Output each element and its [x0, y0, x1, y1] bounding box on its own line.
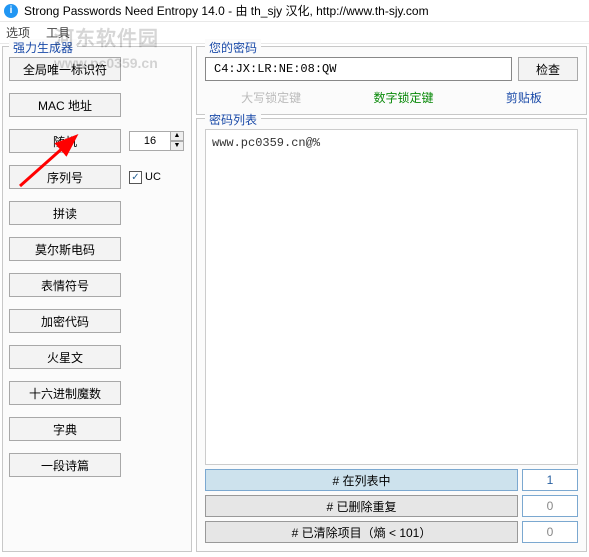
- btn-hex[interactable]: 十六进制魔数: [9, 381, 121, 405]
- btn-serial[interactable]: 序列号: [9, 165, 121, 189]
- titlebar: i Strong Passwords Need Entropy 14.0 - 由…: [0, 0, 589, 22]
- password-input[interactable]: [205, 57, 512, 81]
- uc-checkbox[interactable]: ✓ UC: [129, 171, 161, 184]
- your-password-group: 您的密码 检查 大写锁定键 数字锁定键 剪贴板: [196, 46, 587, 115]
- btn-emoji[interactable]: 表情符号: [9, 273, 121, 297]
- uc-label: UC: [145, 171, 161, 183]
- password-list-group: 密码列表 www.pc0359.cn@% # 在列表中 1 # 已删除重复 0 …: [196, 118, 587, 552]
- stat-cleared-label: # 已清除项目（熵 < 101）: [205, 521, 518, 543]
- check-button[interactable]: 检查: [518, 57, 578, 81]
- btn-encrypt[interactable]: 加密代码: [9, 309, 121, 333]
- stat-cleared-value: 0: [522, 521, 578, 543]
- your-password-title: 您的密码: [205, 39, 261, 56]
- window-title: Strong Passwords Need Entropy 14.0 - 由 t…: [24, 2, 429, 19]
- info-icon: i: [4, 4, 18, 18]
- checkmark-icon: ✓: [129, 171, 142, 184]
- stat-dedup-label: # 已删除重复: [205, 495, 518, 517]
- generator-group-title: 强力生成器: [9, 39, 77, 56]
- btn-morse[interactable]: 莫尔斯电码: [9, 237, 121, 261]
- btn-dict[interactable]: 字典: [9, 417, 121, 441]
- btn-poem[interactable]: 一段诗篇: [9, 453, 121, 477]
- caps-lock-status: 大写锁定键: [241, 89, 301, 106]
- password-list-title: 密码列表: [205, 111, 261, 128]
- menubar: 选项 工具: [0, 22, 589, 44]
- password-list-box[interactable]: www.pc0359.cn@%: [205, 129, 578, 465]
- btn-random[interactable]: 随机: [9, 129, 121, 153]
- stat-in-list-value: 1: [522, 469, 578, 491]
- clipboard-status[interactable]: 剪贴板: [506, 89, 542, 106]
- btn-guid[interactable]: 全局唯一标识符: [9, 57, 121, 81]
- generator-group: 强力生成器 全局唯一标识符 MAC 地址 随机 ▲ ▼ 序列号 ✓ UC 拼读 …: [2, 46, 192, 552]
- btn-martian[interactable]: 火星文: [9, 345, 121, 369]
- stat-dedup-value: 0: [522, 495, 578, 517]
- random-length-input[interactable]: [129, 131, 171, 151]
- stat-in-list-label: # 在列表中: [205, 469, 518, 491]
- btn-spell[interactable]: 拼读: [9, 201, 121, 225]
- num-lock-status: 数字锁定键: [373, 89, 433, 106]
- spinner-up-icon[interactable]: ▲: [170, 131, 184, 141]
- btn-mac[interactable]: MAC 地址: [9, 93, 121, 117]
- spinner-down-icon[interactable]: ▼: [170, 141, 184, 151]
